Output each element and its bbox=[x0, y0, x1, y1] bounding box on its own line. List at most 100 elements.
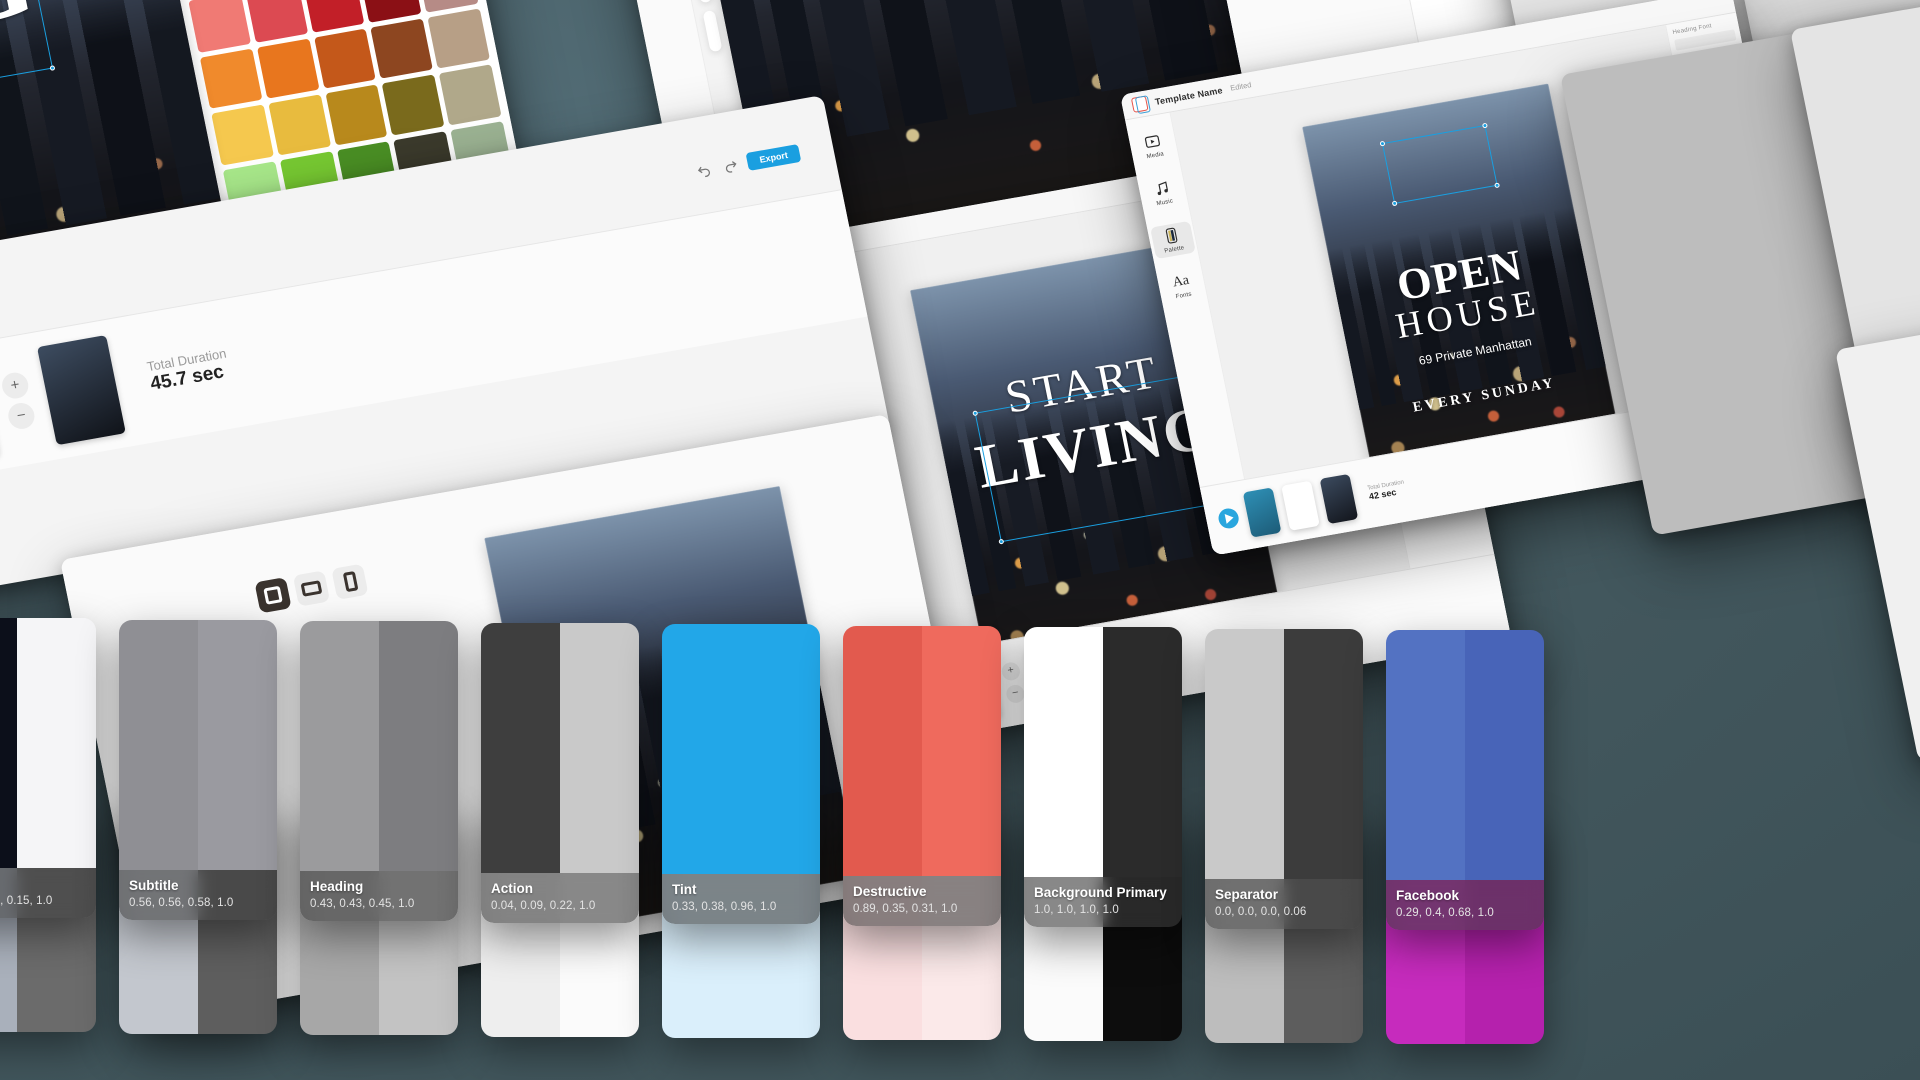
swatch-color-left bbox=[0, 618, 17, 869]
color-swatch-card[interactable]: Facebook 0.29, 0.4, 0.68, 1.0 bbox=[1386, 630, 1544, 930]
tool-label: Media bbox=[1146, 151, 1165, 161]
color-swatch-card[interactable]: Subtitle 0.56, 0.56, 0.58, 1.0 bbox=[119, 619, 277, 920]
color-swatch-card[interactable]: Separator 0.0, 0.0, 0.0, 0.06 bbox=[1205, 628, 1363, 929]
app-icon bbox=[1130, 95, 1149, 113]
music-icon bbox=[1157, 181, 1169, 196]
swatch-color-left bbox=[481, 622, 560, 873]
tool-label: Music bbox=[1156, 198, 1174, 208]
swatch-color-right bbox=[379, 621, 458, 872]
palette-swatch[interactable] bbox=[211, 104, 274, 166]
palette-swatch[interactable] bbox=[313, 28, 377, 90]
swatch-meta: Destructive 0.89, 0.35, 0.31, 1.0 bbox=[843, 875, 1001, 926]
palette-swatch[interactable] bbox=[359, 0, 422, 23]
swatch-name: Tint bbox=[672, 882, 697, 898]
aspect-ratio-selector[interactable] bbox=[254, 563, 369, 614]
timeline-clip[interactable] bbox=[36, 334, 126, 445]
export-button[interactable]: Export bbox=[746, 144, 802, 171]
swatch-value: 0.56, 0.56, 0.58, 1.0 bbox=[129, 896, 234, 909]
swatch-name: Subtitle bbox=[129, 877, 179, 893]
swatch-name: Separator bbox=[1215, 886, 1279, 902]
aspect-portrait-button[interactable] bbox=[331, 563, 369, 600]
palette-swatch[interactable] bbox=[439, 64, 502, 126]
swatch-color-left bbox=[300, 621, 379, 872]
swatch-color-right bbox=[560, 622, 639, 873]
swatch-color-right bbox=[922, 625, 1001, 876]
redo-icon[interactable] bbox=[720, 155, 740, 175]
swatch-colors bbox=[481, 622, 639, 873]
swatch-name: Heading bbox=[310, 879, 364, 895]
aspect-square-button[interactable] bbox=[254, 577, 292, 614]
color-swatch-card[interactable]: Tint 0.33, 0.38, 0.96, 1.0 bbox=[662, 624, 820, 924]
swatch-value: 1.0, 1.0, 1.0, 1.0 bbox=[1034, 904, 1119, 916]
tool-music[interactable]: Music bbox=[1140, 174, 1186, 212]
swatch-color-left bbox=[1024, 627, 1103, 878]
font-card[interactable] bbox=[692, 0, 713, 4]
tool-label: Palette bbox=[1163, 245, 1185, 255]
window-stack-f[interactable] bbox=[1835, 297, 1920, 762]
swatch-meta: Action 0.04, 0.09, 0.22, 1.0 bbox=[481, 872, 639, 923]
swatch-color-left bbox=[1205, 628, 1284, 879]
editor-toolbar[interactable]: Export bbox=[694, 136, 813, 185]
duration-readout: Total Duration 45.7 sec bbox=[146, 346, 232, 396]
palette-swatch[interactable] bbox=[325, 84, 388, 146]
swatch-meta: Background Primary 1.0, 1.0, 1.0, 1.0 bbox=[1024, 877, 1182, 927]
swatch-color-right bbox=[741, 624, 820, 875]
color-swatch-card[interactable]: Action 0.04, 0.09, 0.22, 1.0 bbox=[481, 622, 639, 923]
swatch-value: 0.03, 0.06, 0.15, 1.0 bbox=[0, 895, 53, 907]
undo-icon[interactable] bbox=[695, 160, 715, 180]
swatch-colors bbox=[662, 624, 820, 875]
color-swatch-card[interactable]: Title 0.03, 0.06, 0.15, 1.0 bbox=[0, 618, 96, 918]
palette-swatch[interactable] bbox=[188, 0, 251, 53]
swatch-color-left bbox=[119, 619, 198, 870]
swatch-colors bbox=[843, 625, 1001, 876]
palette-swatch[interactable] bbox=[245, 0, 308, 43]
media-icon bbox=[1144, 135, 1160, 148]
palette-swatch[interactable] bbox=[199, 48, 263, 110]
swatch-value: 0.89, 0.35, 0.31, 1.0 bbox=[853, 902, 958, 915]
swatch-colors bbox=[1386, 630, 1544, 881]
palette-swatch[interactable] bbox=[370, 18, 434, 79]
tool-media[interactable]: Media bbox=[1130, 127, 1176, 165]
swatch-color-right bbox=[1103, 627, 1182, 878]
swatch-color-left bbox=[843, 625, 922, 876]
play-button[interactable] bbox=[1216, 506, 1241, 530]
swatch-name: Action bbox=[491, 880, 533, 896]
swatch-value: 0.0, 0.0, 0.0, 0.06 bbox=[1215, 905, 1307, 918]
add-clip-button[interactable]: + bbox=[0, 370, 31, 401]
color-swatch-card[interactable]: Destructive 0.89, 0.35, 0.31, 1.0 bbox=[843, 625, 1001, 926]
color-swatch-card[interactable]: Heading 0.43, 0.43, 0.45, 1.0 bbox=[300, 621, 458, 921]
tool-palette[interactable]: Palette bbox=[1149, 220, 1196, 260]
font-card[interactable] bbox=[702, 9, 723, 53]
swatch-value: 0.43, 0.43, 0.45, 1.0 bbox=[310, 898, 415, 910]
add-clip-button[interactable]: + bbox=[1000, 660, 1022, 682]
swatch-meta: Separator 0.0, 0.0, 0.0, 0.06 bbox=[1205, 878, 1363, 929]
swatch-colors bbox=[300, 621, 458, 872]
swatch-colors bbox=[119, 619, 277, 870]
palette-swatch[interactable] bbox=[256, 38, 320, 100]
document-title: Template Name bbox=[1154, 84, 1224, 107]
palette-swatch[interactable] bbox=[382, 74, 445, 136]
swatch-colors bbox=[0, 618, 96, 869]
font-row bbox=[713, 33, 716, 45]
palette-swatch[interactable] bbox=[302, 0, 365, 33]
swatch-meta: Tint 0.33, 0.38, 0.96, 1.0 bbox=[662, 874, 820, 924]
timeline-clip[interactable] bbox=[1319, 473, 1359, 524]
screenshot-collage: NG MORE bbox=[0, 0, 1920, 1080]
duration-readout: Total Duration 42 sec bbox=[1367, 479, 1407, 501]
swatch-color-right bbox=[17, 618, 96, 869]
timeline-clip[interactable] bbox=[1242, 486, 1282, 538]
tool-fonts[interactable]: Aa Fonts bbox=[1159, 268, 1205, 305]
aspect-landscape-button[interactable] bbox=[292, 570, 331, 607]
remove-clip-button[interactable]: − bbox=[5, 400, 37, 431]
swatch-value: 0.29, 0.4, 0.68, 1.0 bbox=[1396, 907, 1494, 919]
swatch-meta: Facebook 0.29, 0.4, 0.68, 1.0 bbox=[1386, 880, 1544, 930]
palette-swatch[interactable] bbox=[268, 94, 331, 156]
timeline-clip[interactable] bbox=[1281, 480, 1320, 531]
color-swatch-card[interactable]: Background Primary 1.0, 1.0, 1.0, 1.0 bbox=[1024, 627, 1182, 927]
swatch-name: Background Primary bbox=[1034, 885, 1167, 901]
swatch-color-right bbox=[1284, 628, 1363, 879]
palette-swatch[interactable] bbox=[427, 8, 491, 69]
swatch-meta: Subtitle 0.56, 0.56, 0.58, 1.0 bbox=[119, 869, 277, 920]
swatch-colors bbox=[1205, 628, 1363, 879]
remove-clip-button[interactable]: − bbox=[1004, 683, 1027, 705]
